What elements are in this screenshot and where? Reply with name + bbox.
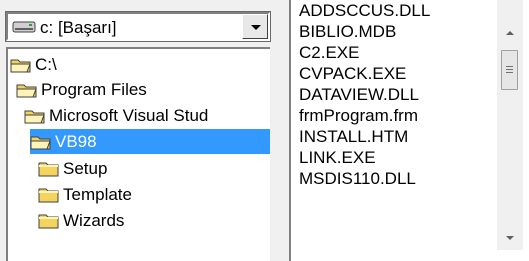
dir-item-c-root[interactable]: C:\ [10,52,57,77]
dir-item-label: Setup [63,158,108,178]
dir-item-setup[interactable]: Setup [38,156,107,181]
file-list[interactable]: ADDSCCUS.DLL BIBLIO.MDB C2.EXE CVPACK.EX… [289,0,529,261]
dir-item-label: Wizards [63,210,125,230]
dir-item-vb98[interactable]: VB98 [30,129,270,154]
file-item[interactable]: MSDIS110.DLL [299,168,416,189]
directory-list[interactable]: C:\ Program Files Microsoft Visual Stud … [6,47,270,261]
chevron-up-icon [506,31,514,35]
dir-item-label: VB98 [55,131,97,151]
open-folder-icon [16,84,37,97]
closed-folder-icon [38,188,59,202]
dir-item-wizards[interactable]: Wizards [38,208,124,233]
drive-label: c: [Başarı] [40,18,117,37]
chevron-down-icon [251,25,261,30]
file-item[interactable]: BIBLIO.MDB [299,21,396,42]
drive-dropdown-button[interactable] [242,14,268,39]
closed-folder-icon [38,214,59,228]
grip-line [506,66,513,67]
scrollbar-thumb[interactable] [501,50,518,90]
scroll-down-button[interactable] [497,224,523,250]
dir-item-template[interactable]: Template [38,182,132,207]
dir-item-label: Template [63,184,132,204]
hard-drive-icon [12,21,36,33]
directory-panel: c: [Başarı] C:\ Program Files Microsoft … [0,0,275,261]
dir-item-label: Microsoft Visual Stud [49,105,209,125]
grip-line [506,69,513,70]
open-folder-icon [10,59,31,72]
file-item[interactable]: LINK.EXE [299,147,376,168]
file-item[interactable]: frmProgram.frm [299,105,418,126]
open-folder-icon [24,110,45,123]
dir-item-microsoft-visual-studio[interactable]: Microsoft Visual Stud [24,103,208,128]
file-item[interactable]: C2.EXE [299,42,359,63]
grip-line [506,72,513,73]
drive-combo[interactable]: c: [Başarı] [5,11,271,42]
scroll-up-button[interactable] [497,22,523,48]
vertical-scrollbar[interactable] [497,0,523,250]
closed-folder-icon [38,162,59,176]
open-folder-icon [30,136,51,149]
chevron-down-icon [506,236,514,240]
dir-item-program-files[interactable]: Program Files [16,77,147,102]
file-item[interactable]: CVPACK.EXE [299,63,406,84]
file-item[interactable]: INSTALL.HTM [299,126,408,147]
dir-item-label: C:\ [35,54,57,74]
file-item[interactable]: ADDSCCUS.DLL [299,0,430,21]
file-item[interactable]: DATAVIEW.DLL [299,84,419,105]
dir-item-label: Program Files [41,79,147,99]
